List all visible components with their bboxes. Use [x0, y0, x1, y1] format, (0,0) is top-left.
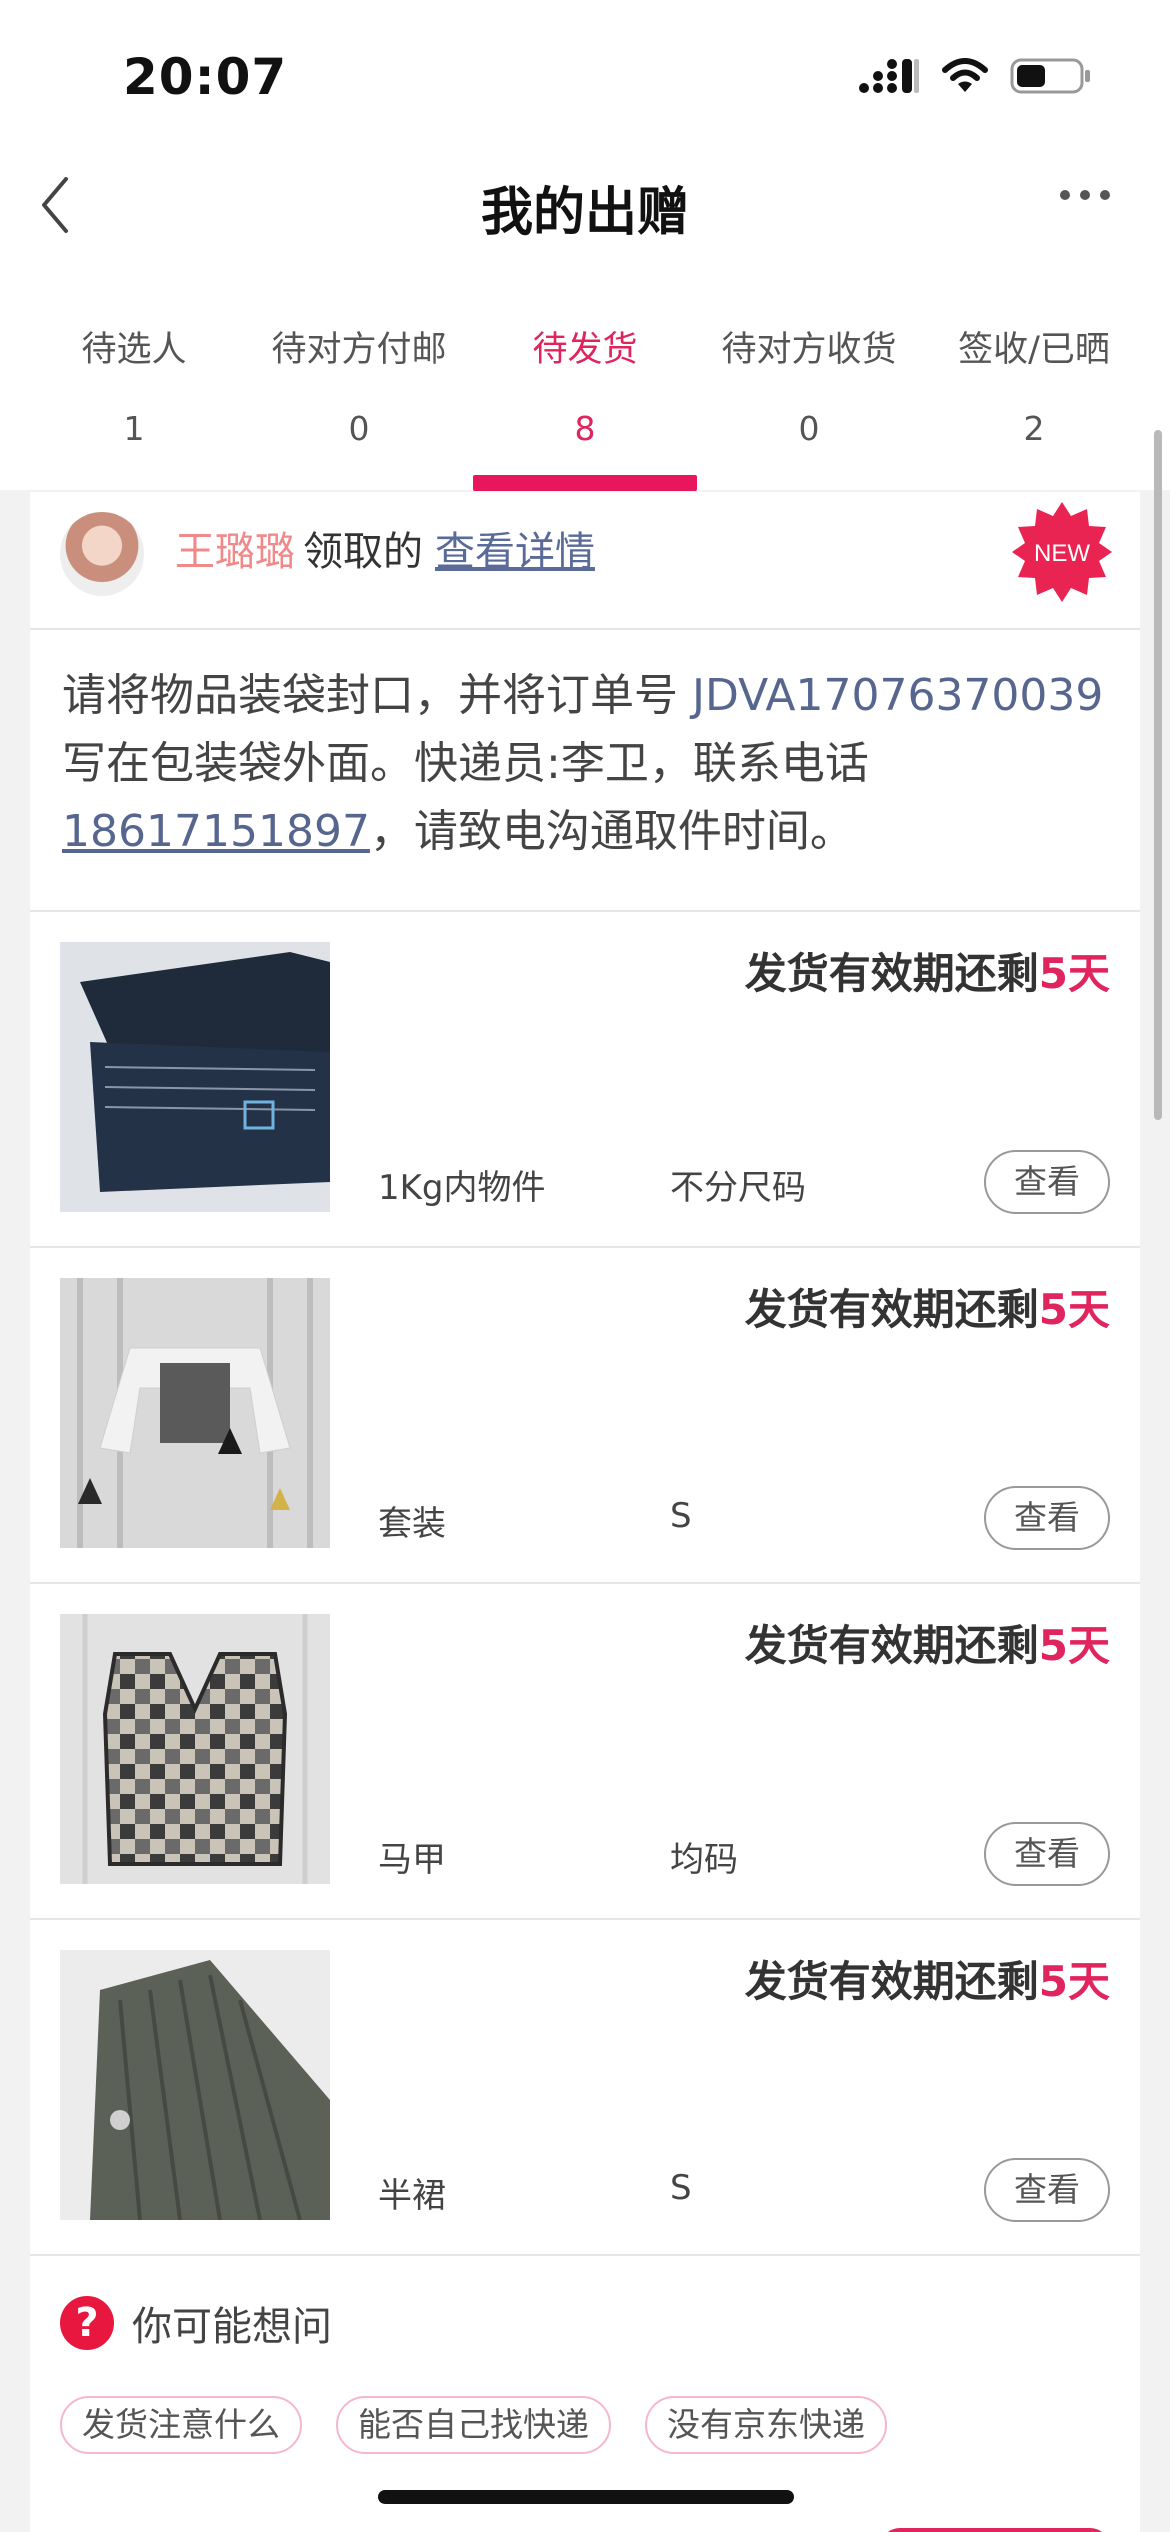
- item-name: 1Kg内物件: [378, 1168, 546, 1208]
- tab-label: 待对方收货: [721, 330, 897, 370]
- tab-count: 8: [574, 409, 596, 448]
- scrollbar[interactable]: [1154, 430, 1162, 1120]
- list-item[interactable]: 发货有效期还剩5天 马甲 均码 查看: [30, 1584, 1140, 1920]
- more-button[interactable]: [1060, 190, 1110, 200]
- item-size: 均码: [670, 1840, 738, 1880]
- header: 20:07 我的出赠 待选人 1 待对方付邮 0 待发货 8 待对方收货 0 签…: [0, 0, 1170, 491]
- home-indicator[interactable]: [378, 2490, 794, 2504]
- deadline-days: 5天: [1038, 949, 1110, 998]
- status-tabs: 待选人 1 待对方付邮 0 待发货 8 待对方收货 0 签收/已晒 2: [0, 315, 1170, 490]
- tab-count: 0: [348, 409, 370, 448]
- notice-text: 写在包装袋外面。快递员:李卫，联系电话: [62, 738, 869, 789]
- page: 20:07 我的出赠 待选人 1 待对方付邮 0 待发货 8 待对方收货 0 签…: [0, 0, 1170, 2532]
- more-dot-icon: [1060, 190, 1070, 200]
- item-image[interactable]: [60, 1278, 330, 1548]
- starburst-icon: NEW: [1012, 502, 1112, 602]
- item-photo-pleated-skirt: [60, 1950, 330, 2220]
- tab-count: 0: [798, 409, 820, 448]
- deadline-text: 发货有效期还剩5天: [745, 1276, 1110, 1337]
- bottom-button-edge: [880, 2528, 1110, 2532]
- deadline-prefix: 发货有效期还剩: [744, 949, 1039, 998]
- tab-label: 待对方付邮: [271, 330, 447, 370]
- question-icon: ?: [60, 2296, 114, 2350]
- new-badge-text: NEW: [1034, 540, 1090, 567]
- more-dot-icon: [1100, 190, 1110, 200]
- list-item[interactable]: 发货有效期还剩5天 1Kg内物件 不分尺码 查看: [30, 912, 1140, 1248]
- list-item[interactable]: 发货有效期还剩5天 套装 S 查看: [30, 1248, 1140, 1584]
- wifi-icon: [942, 58, 988, 92]
- item-photo-outfit-set: [60, 1278, 330, 1548]
- item-size: S: [670, 1496, 692, 1536]
- signal-icon: [859, 59, 919, 93]
- item-size: 不分尺码: [670, 1168, 806, 1208]
- new-badge: NEW: [1010, 500, 1114, 604]
- tab-label: 待发货: [532, 330, 638, 370]
- faq-chip[interactable]: 发货注意什么: [60, 2396, 302, 2454]
- faq-title: ? 你可能想问: [60, 2294, 332, 2352]
- courier-phone-link[interactable]: 18617151897: [62, 806, 370, 857]
- deadline-prefix: 发货有效期还剩: [744, 1621, 1039, 1670]
- order-card: 王璐璐 领取的 查看详情 NEW 请将物品装袋封口，并将订单号 JDVA170763…: [30, 492, 1140, 2532]
- view-button[interactable]: 查看: [984, 1150, 1110, 1214]
- tab-pending-receipt[interactable]: 待对方收货 0: [697, 315, 921, 459]
- tab-label: 待选人: [81, 330, 187, 370]
- item-name: 马甲: [378, 1840, 446, 1880]
- status-time: 20:07: [123, 48, 288, 106]
- list-item[interactable]: 发货有效期还剩5天 半裙 S 查看: [30, 1920, 1140, 2256]
- page-title: 我的出赠: [480, 183, 689, 243]
- view-button[interactable]: 查看: [984, 1486, 1110, 1550]
- view-button[interactable]: 查看: [984, 1822, 1110, 1886]
- deadline-text: 发货有效期还剩5天: [745, 1948, 1110, 2009]
- faq-heading: 你可能想问: [132, 2304, 332, 2350]
- item-photo-waist-trainer: [60, 942, 330, 1212]
- item-photo-plaid-vest: [60, 1614, 330, 1884]
- order-number: JDVA17076370039: [692, 670, 1104, 721]
- deadline-text: 发货有效期还剩5天: [745, 940, 1110, 1001]
- item-list: 发货有效期还剩5天 1Kg内物件 不分尺码 查看 发货有效期还剩5天 套装 S …: [30, 912, 1140, 2256]
- tab-label: 签收/已晒: [958, 330, 1110, 370]
- receiver-action: 领取的: [303, 529, 423, 575]
- notice-text: 请将物品装袋封口，并将订单号: [62, 670, 692, 721]
- tab-pending-postage[interactable]: 待对方付邮 0: [247, 315, 471, 459]
- item-name: 半裙: [378, 2176, 446, 2216]
- deadline-text: 发货有效期还剩5天: [745, 1612, 1110, 1673]
- deadline-prefix: 发货有效期还剩: [744, 1285, 1039, 1334]
- tab-pending-shipment[interactable]: 待发货 8: [473, 315, 697, 459]
- tab-pending-select[interactable]: 待选人 1: [22, 315, 246, 459]
- battery-icon: [1010, 58, 1090, 94]
- shipping-notice: 请将物品装袋封口，并将订单号 JDVA17076370039 写在包装袋外面。快…: [30, 632, 1140, 912]
- item-image[interactable]: [60, 1614, 330, 1884]
- faq-chip[interactable]: 没有京东快递: [645, 2396, 887, 2454]
- deadline-days: 5天: [1038, 1621, 1110, 1670]
- notice-text: ，请致电沟通取件时间。: [369, 806, 854, 857]
- faq-chip[interactable]: 能否自己找快递: [336, 2396, 611, 2454]
- receiver-name[interactable]: 王璐璐: [175, 529, 295, 575]
- status-icons: [858, 56, 1092, 96]
- deadline-days: 5天: [1038, 1285, 1110, 1334]
- avatar[interactable]: [60, 512, 144, 596]
- more-dot-icon: [1080, 190, 1090, 200]
- item-image[interactable]: [60, 942, 330, 1212]
- active-tab-indicator: [473, 475, 697, 491]
- deadline-prefix: 发货有效期还剩: [744, 1957, 1039, 2006]
- tab-count: 1: [123, 409, 145, 448]
- view-button[interactable]: 查看: [984, 2158, 1110, 2222]
- receiver-row: 王璐璐 领取的 查看详情 NEW: [30, 492, 1140, 630]
- view-details-link[interactable]: 查看详情: [435, 529, 595, 575]
- tab-count: 2: [1023, 409, 1045, 448]
- item-name: 套装: [378, 1504, 446, 1544]
- item-image[interactable]: [60, 1950, 330, 2220]
- receiver-line: 王璐璐 领取的 查看详情: [175, 522, 595, 582]
- deadline-days: 5天: [1038, 1957, 1110, 2006]
- item-size: S: [670, 2168, 692, 2208]
- faq-chips: 发货注意什么 能否自己找快递 没有京东快递: [60, 2396, 887, 2454]
- tab-received[interactable]: 签收/已晒 2: [922, 315, 1146, 459]
